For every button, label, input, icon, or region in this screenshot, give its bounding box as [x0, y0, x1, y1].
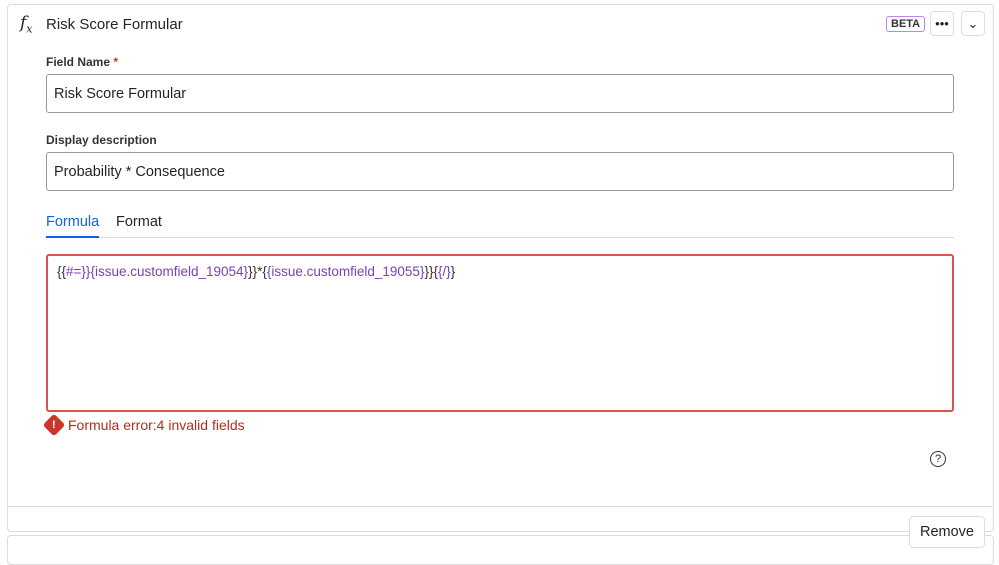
beta-badge: BETA: [886, 16, 926, 32]
help-icon[interactable]: ?: [930, 451, 946, 467]
formula-token: }}*{: [248, 264, 267, 279]
formula-token: {{: [57, 264, 67, 279]
more-button[interactable]: •••: [930, 11, 954, 36]
error-text: Formula error:4 invalid fields: [68, 417, 245, 433]
card-title: Risk Score Formular: [46, 16, 183, 33]
formula-token: {/}: [438, 264, 451, 279]
formula-token: #=}}{issue.customfield_19054}: [66, 264, 249, 279]
tab-formula[interactable]: Formula: [46, 214, 100, 238]
formula-token: }}{: [424, 264, 438, 279]
field-name-input[interactable]: Risk Score Formular: [46, 74, 954, 113]
next-field-card: [7, 535, 994, 565]
divider: [7, 506, 994, 507]
field-name-label: Field Name *: [46, 55, 118, 69]
tab-format[interactable]: Format: [116, 214, 162, 236]
field-name-label-text: Field Name: [46, 55, 111, 69]
formula-token: }: [450, 264, 456, 279]
formula-editor[interactable]: {{#=}}{issue.customfield_19054}}}*{{issu…: [46, 254, 954, 412]
display-description-input[interactable]: Probability * Consequence: [46, 152, 954, 191]
chevron-down-icon: ⌄: [967, 15, 979, 31]
error-icon: !: [42, 413, 66, 437]
required-mark: *: [113, 55, 119, 69]
remove-button[interactable]: Remove: [909, 516, 985, 548]
display-description-label: Display description: [46, 133, 157, 147]
collapse-button[interactable]: ⌄: [961, 11, 985, 36]
function-icon: fx: [20, 13, 33, 36]
tabs: Formula Format: [46, 214, 954, 238]
formula-error: ! Formula error:4 invalid fields: [42, 413, 245, 437]
formula-token: {issue.customfield_19055}: [266, 264, 425, 279]
more-icon: •••: [935, 16, 949, 31]
